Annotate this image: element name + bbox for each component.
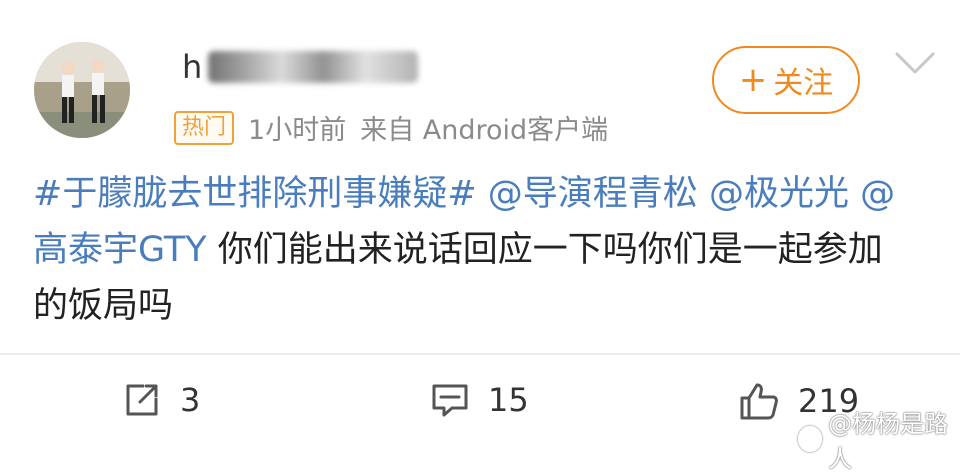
repost-icon: [126, 384, 158, 416]
username-blurred: [208, 51, 419, 83]
repost-count: 3: [180, 381, 201, 419]
post-meta: 热门 1小时前 来自 Android客户端: [174, 108, 608, 147]
avatar[interactable]: [34, 42, 130, 138]
hashtag-link[interactable]: #于朦胧去世排除刑事嫌疑#: [33, 174, 477, 214]
watermark-text: @杨杨是路人: [828, 410, 949, 473]
mention-link[interactable]: @导演程青松: [488, 174, 698, 214]
weibo-logo-icon: [798, 426, 823, 452]
comment-icon: [432, 384, 468, 417]
plus-icon: +: [738, 60, 768, 100]
post-time: 1小时前: [248, 115, 347, 146]
chevron-down-icon[interactable]: [893, 48, 937, 78]
mention-link[interactable]: @极光光: [709, 174, 849, 214]
post-content: #于朦胧去世排除刑事嫌疑# @导演程青松 @极光光 @高泰宇GTY 你们能出来说…: [33, 166, 913, 334]
follow-button[interactable]: + 关注: [712, 46, 860, 114]
hot-badge: 热门: [174, 110, 235, 145]
username[interactable]: h: [182, 44, 419, 90]
post-text-space: [477, 174, 488, 214]
username-visible-prefix: h: [182, 48, 203, 86]
thumbs-up-icon: [740, 383, 778, 420]
repost-button[interactable]: 3: [122, 380, 200, 420]
divider: [0, 353, 960, 355]
follow-label: 关注: [773, 66, 834, 101]
post-text-space: [849, 174, 860, 214]
comment-button[interactable]: 15: [430, 380, 529, 420]
comment-count: 15: [488, 381, 529, 419]
post-source: 来自 Android客户端: [360, 115, 609, 146]
post-text-space: [698, 174, 709, 214]
avatar-image: [34, 42, 130, 138]
watermark: @杨杨是路人: [798, 404, 960, 474]
